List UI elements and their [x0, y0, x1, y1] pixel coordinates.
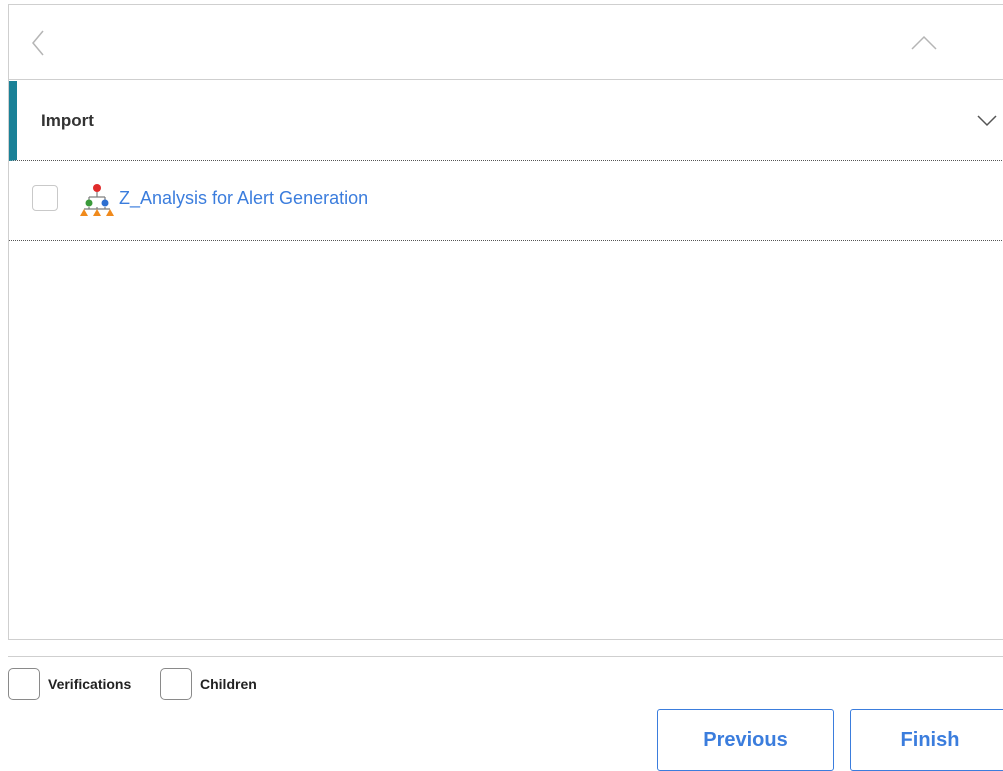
import-section-header[interactable]: Import [9, 81, 1003, 161]
section-title: Import [41, 111, 94, 130]
previous-button[interactable]: Previous [657, 709, 834, 771]
chevron-left-icon [32, 30, 44, 56]
import-panel: Import Z_Analysis for Alert Generation [8, 4, 1003, 640]
verifications-option: Verifications [8, 668, 131, 700]
back-button[interactable] [27, 27, 51, 59]
children-checkbox[interactable] [160, 668, 192, 700]
collapse-button[interactable] [909, 31, 939, 55]
expand-button[interactable] [975, 111, 999, 129]
children-label: Children [200, 676, 257, 692]
chevron-down-icon [977, 115, 997, 127]
finish-button[interactable]: Finish [850, 709, 1003, 771]
hierarchy-tree-icon [80, 184, 114, 216]
item-checkbox[interactable] [32, 185, 58, 211]
panel-nav-bar [9, 5, 1003, 80]
children-option: Children [160, 668, 257, 700]
verifications-label: Verifications [48, 676, 132, 692]
chevron-up-icon [911, 35, 937, 50]
verifications-checkbox[interactable] [8, 668, 40, 700]
list-item: Z_Analysis for Alert Generation [9, 162, 1003, 241]
footer-divider [8, 656, 1003, 657]
item-link[interactable]: Z_Analysis for Alert Generation [119, 188, 368, 209]
